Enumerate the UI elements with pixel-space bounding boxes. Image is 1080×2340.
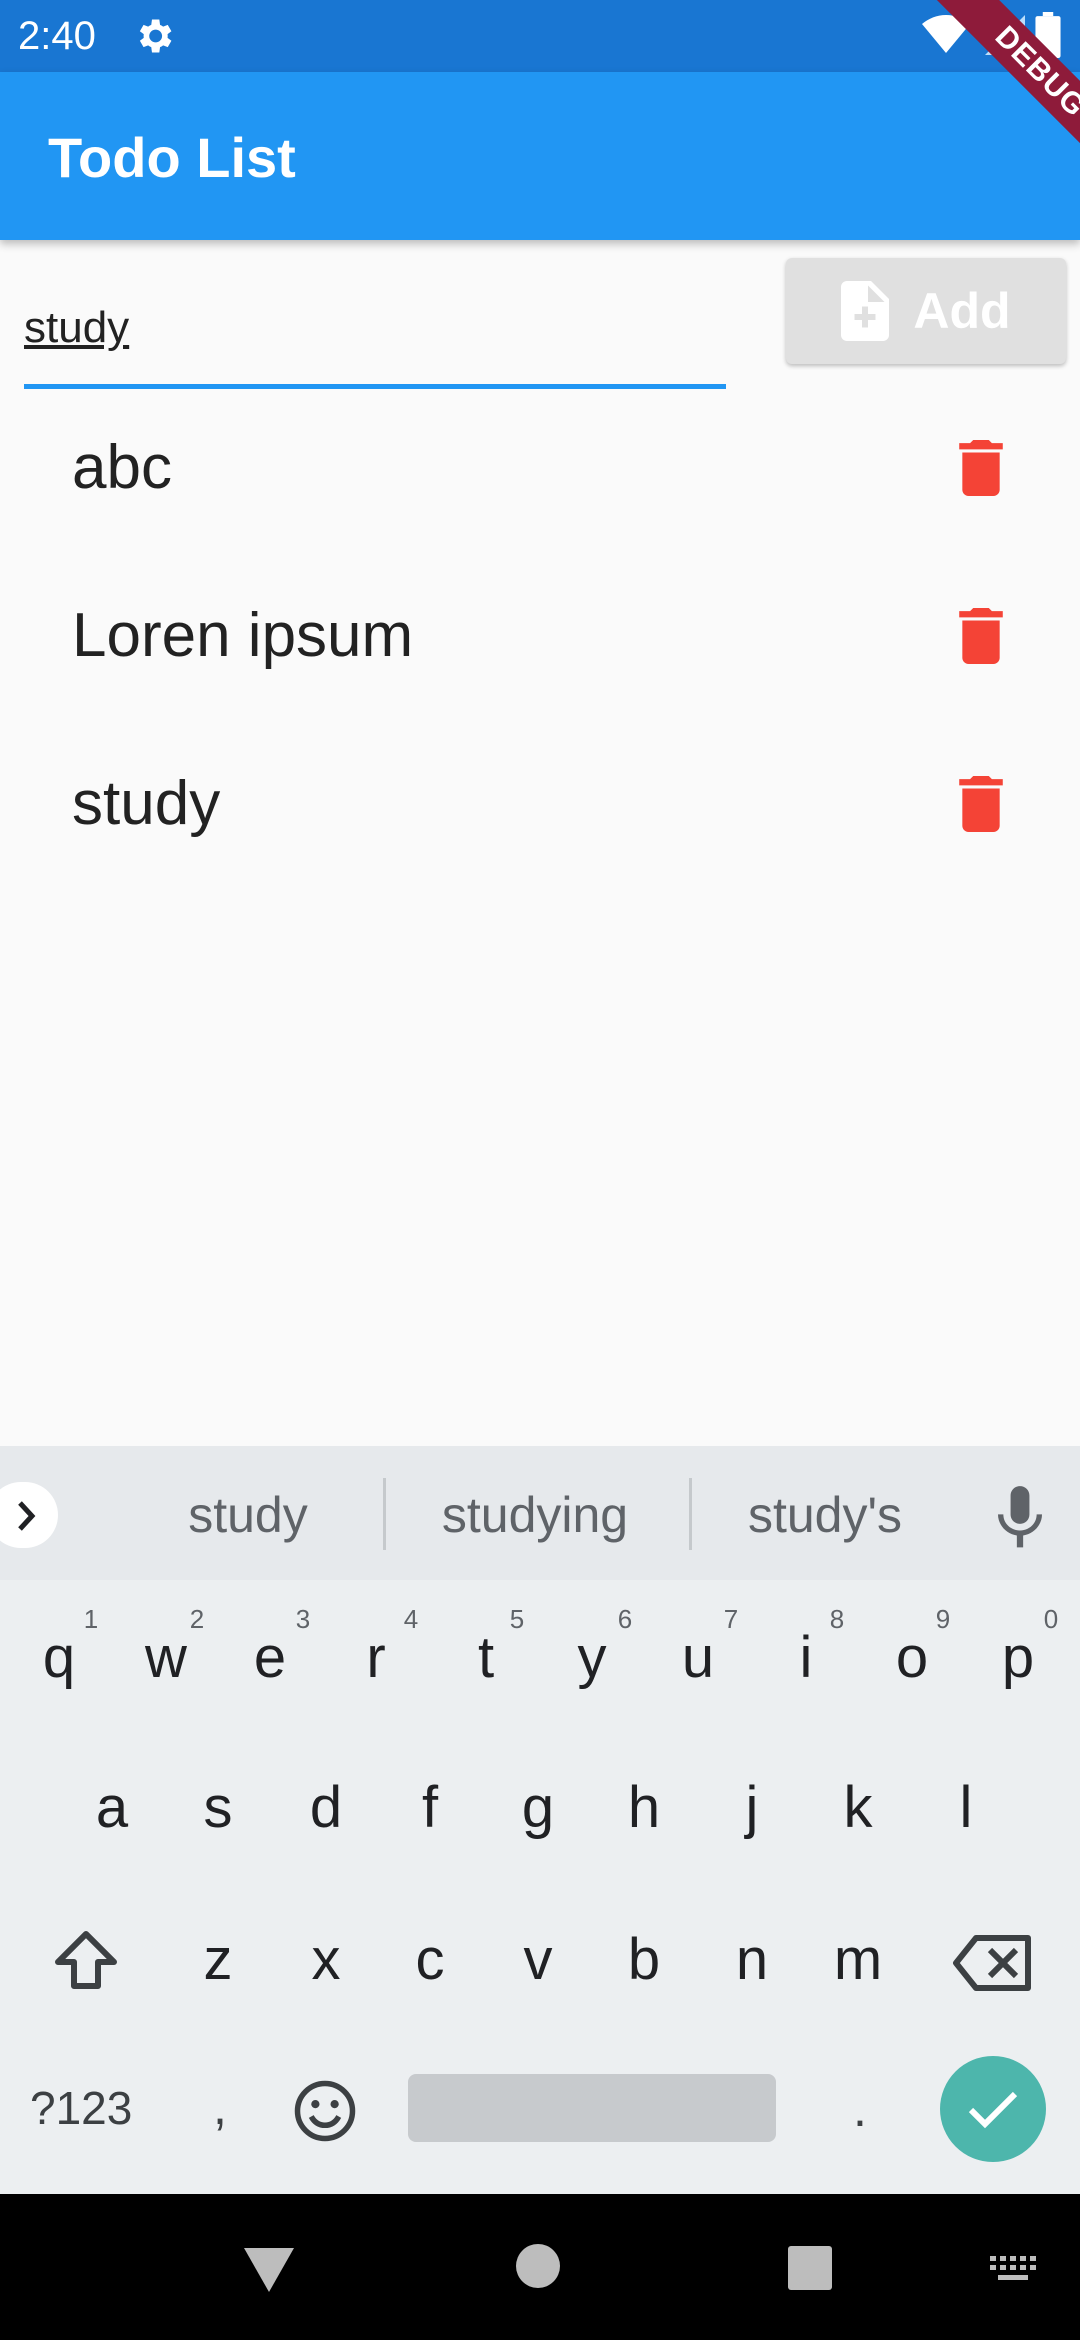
key-j[interactable]: j <box>712 1778 792 1838</box>
key-y[interactable]: y <box>552 1628 632 1688</box>
suggestion-item[interactable]: studying <box>415 1490 655 1540</box>
app-title: Todo List <box>48 126 296 189</box>
key-hint: 0 <box>1043 1604 1059 1634</box>
debug-banner: DEBUG <box>880 0 1080 200</box>
key-q[interactable]: q <box>19 1628 99 1688</box>
key-p[interactable]: p <box>978 1628 1058 1688</box>
shift-icon[interactable] <box>52 1928 120 1992</box>
trash-icon[interactable] <box>958 440 1004 496</box>
add-button[interactable]: Add <box>786 258 1066 364</box>
note-add-icon <box>841 281 890 341</box>
symbols-key[interactable]: ?123 <box>30 2080 132 2136</box>
key-l[interactable]: l <box>926 1778 1006 1838</box>
todo-input[interactable] <box>24 272 726 389</box>
backspace-icon[interactable] <box>952 1934 1032 1992</box>
todo-text: abc <box>72 433 172 502</box>
comma-key[interactable]: , <box>200 2078 240 2136</box>
key-w[interactable]: w <box>126 1628 206 1688</box>
home-circle-icon[interactable] <box>514 2242 562 2290</box>
checkmark-icon <box>968 2091 1018 2129</box>
key-o[interactable]: o <box>872 1628 952 1688</box>
trash-icon[interactable] <box>958 776 1004 832</box>
key-h[interactable]: h <box>604 1778 684 1838</box>
key-u[interactable]: u <box>658 1628 738 1688</box>
key-m[interactable]: m <box>818 1930 898 1990</box>
key-c[interactable]: c <box>390 1930 470 1990</box>
key-x[interactable]: x <box>286 1930 366 1990</box>
suggestion-divider <box>383 1478 386 1550</box>
key-z[interactable]: z <box>178 1930 258 1990</box>
key-d[interactable]: d <box>286 1778 366 1838</box>
key-hint: 8 <box>829 1604 845 1634</box>
suggestion-divider <box>689 1478 692 1550</box>
key-hint: 1 <box>83 1604 99 1634</box>
trash-icon[interactable] <box>958 608 1004 664</box>
todo-item[interactable]: study <box>0 720 1080 888</box>
key-e[interactable]: e <box>230 1628 310 1688</box>
todo-text: study <box>72 769 221 838</box>
key-hint: 9 <box>935 1604 951 1634</box>
suggestion-item[interactable]: study <box>148 1490 348 1540</box>
emoji-icon[interactable] <box>292 2078 358 2144</box>
debug-label: DEBUG <box>925 0 1080 187</box>
enter-key[interactable] <box>940 2056 1046 2162</box>
suggestion-item[interactable]: study's <box>720 1490 930 1540</box>
key-hint: 7 <box>723 1604 739 1634</box>
space-bar[interactable] <box>408 2074 776 2142</box>
key-hint: 5 <box>509 1604 525 1634</box>
key-hint: 3 <box>295 1604 311 1634</box>
key-s[interactable]: s <box>178 1778 258 1838</box>
key-hint: 2 <box>189 1604 205 1634</box>
key-v[interactable]: v <box>498 1930 578 1990</box>
add-button-label: Add <box>913 283 1011 339</box>
key-a[interactable]: a <box>72 1778 152 1838</box>
keyboard-switch-icon[interactable] <box>988 2254 1038 2284</box>
key-n[interactable]: n <box>712 1930 792 1990</box>
key-t[interactable]: t <box>446 1628 526 1688</box>
chevron-right-icon <box>18 1501 36 1531</box>
key-r[interactable]: r <box>336 1628 416 1688</box>
todo-text: Loren ipsum <box>72 601 414 670</box>
key-i[interactable]: i <box>766 1628 846 1688</box>
key-hint: 4 <box>403 1604 419 1634</box>
todo-item[interactable]: Loren ipsum <box>0 552 1080 720</box>
status-time: 2:40 <box>18 14 96 58</box>
key-k[interactable]: k <box>818 1778 898 1838</box>
back-triangle-icon[interactable] <box>242 2246 296 2294</box>
key-hint: 6 <box>617 1604 633 1634</box>
period-key[interactable]: . <box>840 2080 880 2138</box>
settings-gear-icon <box>139 19 172 53</box>
microphone-icon[interactable] <box>998 1484 1042 1548</box>
key-f[interactable]: f <box>390 1778 470 1838</box>
recents-square-icon[interactable] <box>786 2244 834 2292</box>
todo-item[interactable]: abc <box>0 384 1080 552</box>
key-b[interactable]: b <box>604 1930 684 1990</box>
key-g[interactable]: g <box>498 1778 578 1838</box>
